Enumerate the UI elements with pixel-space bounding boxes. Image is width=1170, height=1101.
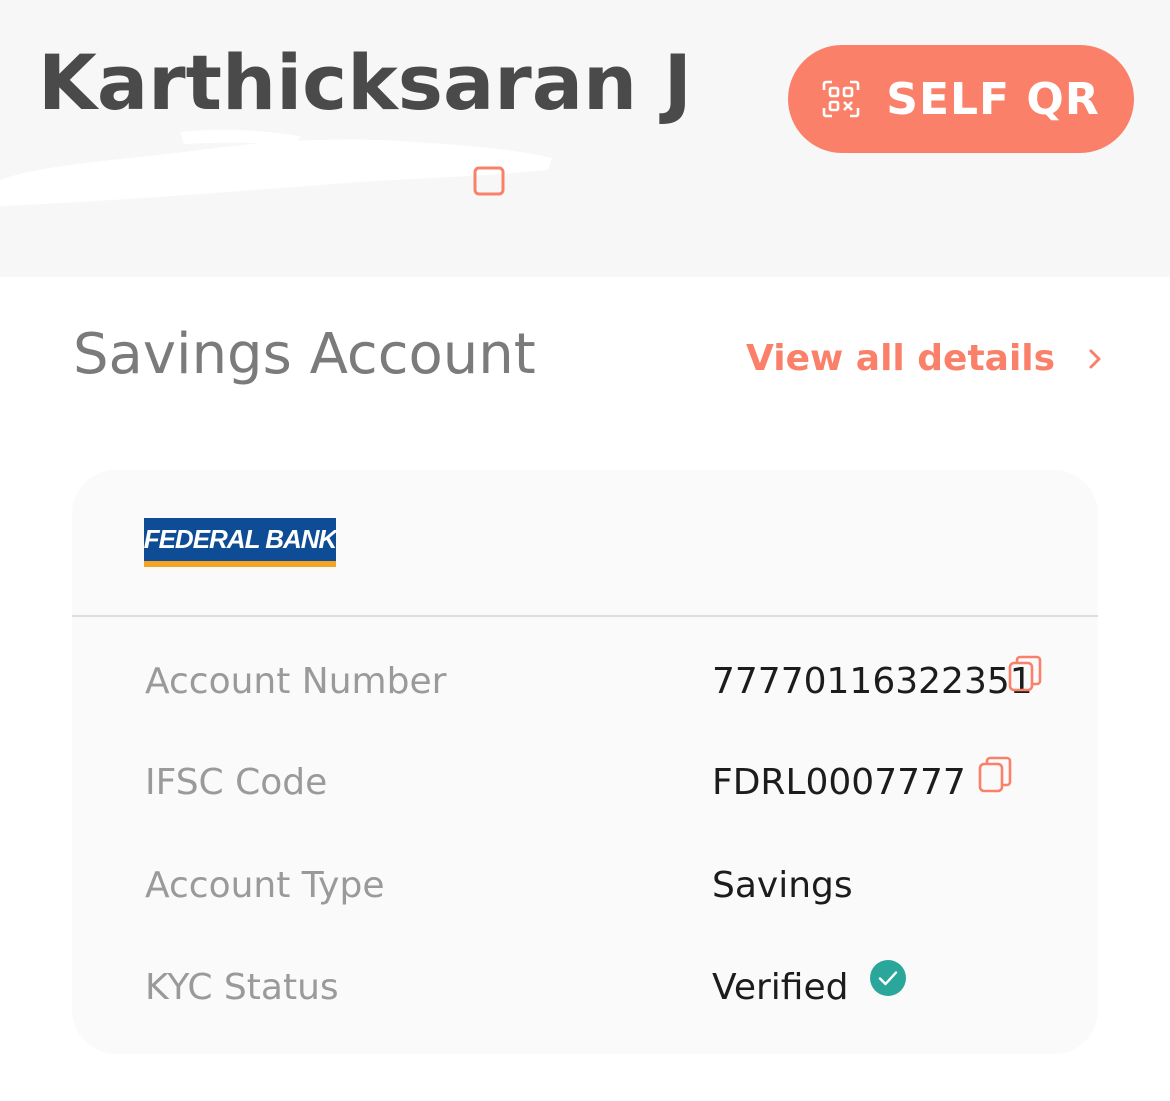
- account-number-value: 77770116322351: [712, 661, 1033, 702]
- bank-header: FEDERAL BANK: [72, 470, 1098, 615]
- ifsc-code-value: FDRL0007777: [712, 762, 966, 803]
- account-details-card: FEDERAL BANK Account Number 777701163223…: [72, 470, 1098, 1054]
- kyc-status-label: KYC Status: [145, 967, 339, 1008]
- copy-icon[interactable]: [1008, 655, 1042, 693]
- chevron-right-icon: [1089, 349, 1101, 368]
- card-divider: [72, 615, 1098, 617]
- ifsc-code-label: IFSC Code: [145, 762, 328, 803]
- detail-row-account-type: Account Type Savings: [72, 865, 1098, 925]
- detail-row-ifsc-code: IFSC Code FDRL0007777: [72, 756, 1098, 822]
- detail-row-kyc-status: KYC Status Verified: [72, 960, 1098, 1027]
- user-name: Karthicksaran J: [38, 38, 692, 127]
- self-qr-button[interactable]: SELF QR: [788, 45, 1134, 153]
- detail-row-account-number: Account Number 77770116322351: [72, 655, 1098, 721]
- account-type-label: Account Type: [145, 865, 385, 906]
- bank-logo: FEDERAL BANK: [143, 518, 338, 567]
- check-circle-icon: [870, 960, 906, 996]
- copy-icon[interactable]: [978, 756, 1012, 794]
- section-title: Savings Account: [73, 322, 536, 387]
- qr-code-icon: [822, 80, 860, 118]
- redaction-scribble: [0, 129, 552, 206]
- account-number-label: Account Number: [145, 661, 447, 702]
- view-all-details-label: View all details: [746, 338, 1056, 379]
- self-qr-label: SELF QR: [886, 73, 1100, 125]
- profile-header: Karthicksaran J SELF QR: [0, 0, 1170, 277]
- view-all-details-link[interactable]: View all details: [746, 338, 1105, 379]
- kyc-status-value: Verified: [712, 967, 849, 1008]
- account-type-value: Savings: [712, 865, 853, 906]
- bank-logo-text: FEDERAL BANK: [143, 524, 338, 554]
